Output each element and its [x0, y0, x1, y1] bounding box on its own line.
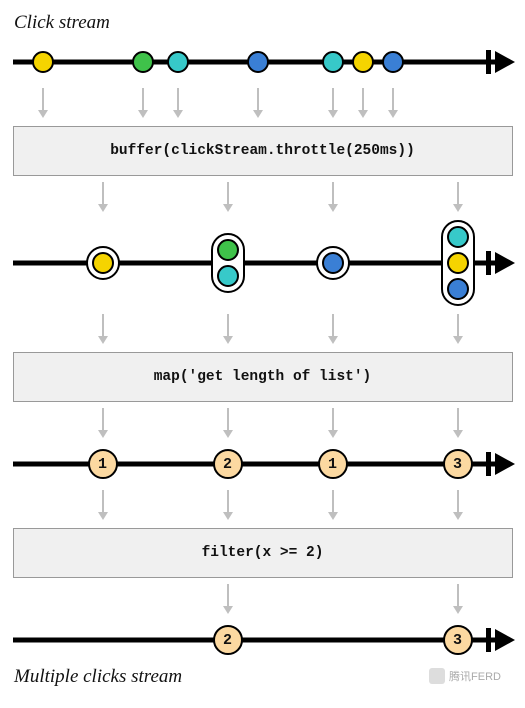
buffer-group	[86, 246, 120, 280]
flow-arrow-icon	[227, 490, 229, 512]
marble-yellow	[32, 51, 54, 73]
arrows-in	[13, 88, 513, 120]
arrows-cnt	[13, 490, 513, 522]
stream-input	[13, 42, 513, 82]
flow-arrow-icon	[332, 88, 334, 110]
flow-arrow-icon	[102, 408, 104, 430]
buffer-group	[211, 233, 245, 293]
flow-arrow-icon	[102, 490, 104, 512]
count-marble: 1	[88, 449, 118, 479]
flow-arrow-icon	[257, 88, 259, 110]
flow-arrow-icon	[457, 408, 459, 430]
op-map-box: map('get length of list')	[13, 352, 513, 402]
flow-arrow-icon	[102, 314, 104, 336]
marble-yellow	[447, 252, 469, 274]
flow-arrow-icon	[457, 490, 459, 512]
arrows-flt-pre	[13, 584, 513, 616]
flow-arrow-icon	[332, 490, 334, 512]
flow-arrow-icon	[102, 182, 104, 204]
flow-arrow-icon	[332, 182, 334, 204]
count-marble: 3	[443, 449, 473, 479]
flow-arrow-icon	[227, 182, 229, 204]
marble-blue	[447, 278, 469, 300]
marble-green	[132, 51, 154, 73]
op-buffer-box: buffer(clickStream.throttle(250ms))	[13, 126, 513, 176]
count-marble: 2	[213, 449, 243, 479]
flow-arrow-icon	[332, 314, 334, 336]
flow-arrow-icon	[142, 88, 144, 110]
flow-arrow-icon	[457, 182, 459, 204]
count-marble: 2	[213, 625, 243, 655]
marble-yellow	[92, 252, 114, 274]
flow-arrow-icon	[457, 584, 459, 606]
flow-arrow-icon	[227, 408, 229, 430]
op-filter-box: filter(x >= 2)	[13, 528, 513, 578]
flow-arrow-icon	[177, 88, 179, 110]
wechat-icon	[429, 668, 445, 684]
marble-blue	[247, 51, 269, 73]
flow-arrow-icon	[42, 88, 44, 110]
stream-buffered	[13, 218, 513, 308]
arrows-buf	[13, 314, 513, 346]
title-top: Click stream	[14, 12, 513, 34]
arrows-cnt-pre	[13, 408, 513, 440]
marble-blue	[382, 51, 404, 73]
flow-arrow-icon	[227, 314, 229, 336]
marble-cyan	[217, 265, 239, 287]
stream-counts: 1 2 1 3	[13, 444, 513, 484]
marble-blue	[322, 252, 344, 274]
flow-arrow-icon	[227, 584, 229, 606]
flow-arrow-icon	[362, 88, 364, 110]
count-marble: 3	[443, 625, 473, 655]
marble-diagram: Click stream buffer(clickStream.throttle…	[12, 12, 513, 688]
marble-cyan	[322, 51, 344, 73]
arrows-buf-pre	[13, 182, 513, 214]
marble-cyan	[167, 51, 189, 73]
stream-filtered: 23	[13, 620, 513, 660]
buffer-group	[316, 246, 350, 280]
marble-green	[217, 239, 239, 261]
flow-arrow-icon	[457, 314, 459, 336]
count-marble: 1	[318, 449, 348, 479]
flow-arrow-icon	[392, 88, 394, 110]
watermark: 腾讯FERD	[429, 668, 501, 684]
buffer-group	[441, 220, 475, 306]
marble-yellow	[352, 51, 374, 73]
marble-cyan	[447, 226, 469, 248]
flow-arrow-icon	[332, 408, 334, 430]
